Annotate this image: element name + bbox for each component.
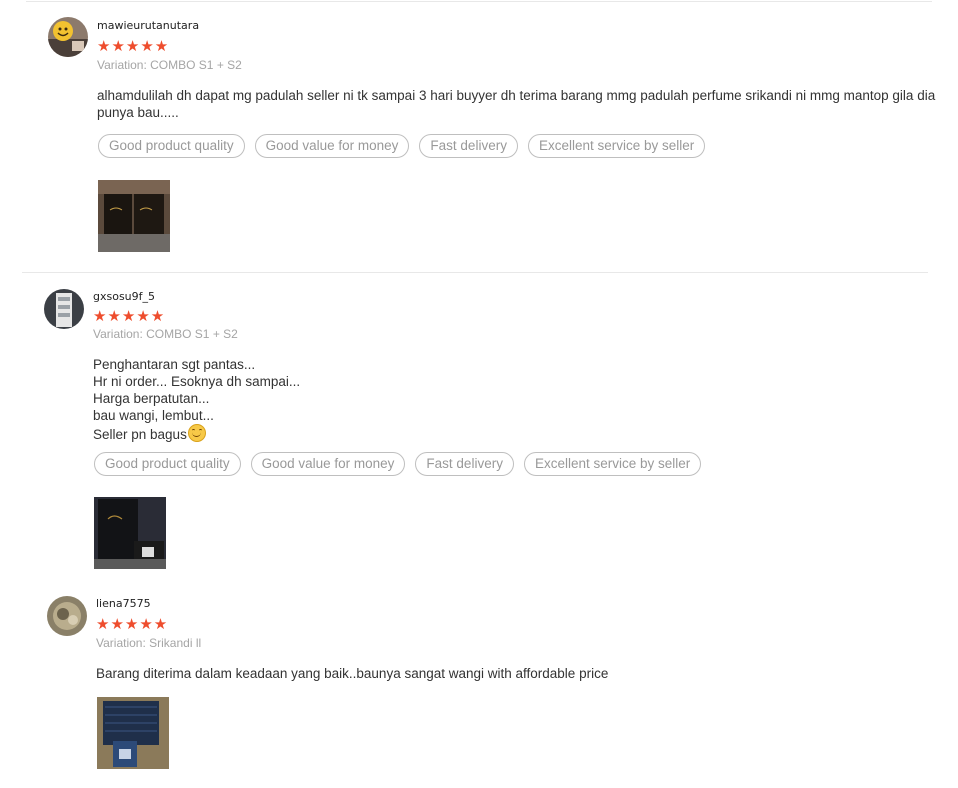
star-rating: ★★★★★: [93, 308, 166, 325]
username[interactable]: mawieurutanutara: [97, 19, 199, 32]
review-comment: Penghantaran sgt pantas... Hr ni order..…: [93, 356, 933, 443]
review-item: gxsosu9f_5 ★★★★★ Variation: COMBO S1 + S…: [0, 272, 958, 580]
review-item: liena7575 ★★★★★ Variation: Srikandi ll B…: [0, 580, 958, 788]
tag-excellent-service: Excellent service by seller: [527, 134, 706, 158]
review-comment: alhamdulilah dh dapat mg padulah seller …: [97, 88, 936, 120]
review-photo[interactable]: [97, 697, 169, 769]
review-photo[interactable]: [98, 180, 170, 252]
review-photo[interactable]: [94, 497, 166, 569]
tag-product-quality: Good product quality: [98, 134, 245, 158]
tag-fast-delivery: Fast delivery: [415, 452, 514, 476]
review-tags: Good product quality Good value for mone…: [98, 134, 706, 158]
divider: [26, 1, 932, 2]
review-tags: Good product quality Good value for mone…: [94, 452, 702, 476]
tag-value-for-money: Good value for money: [254, 134, 410, 158]
star-rating: ★★★★★: [96, 616, 169, 633]
variation-label: Variation: COMBO S1 + S2: [93, 327, 238, 341]
avatar[interactable]: [44, 289, 84, 329]
divider: [22, 272, 928, 273]
tag-excellent-service: Excellent service by seller: [523, 452, 702, 476]
smiling-face-icon: [187, 424, 206, 442]
tag-value-for-money: Good value for money: [250, 452, 406, 476]
avatar[interactable]: [47, 596, 87, 636]
username[interactable]: liena7575: [96, 597, 151, 610]
variation-label: Variation: Srikandi ll: [96, 636, 202, 650]
review-comment: Barang diterima dalam keadaan yang baik.…: [96, 666, 609, 681]
review-item: mawieurutanutara ★★★★★ Variation: COMBO …: [0, 0, 958, 272]
username[interactable]: gxsosu9f_5: [93, 290, 155, 303]
tag-fast-delivery: Fast delivery: [419, 134, 518, 158]
avatar[interactable]: [48, 17, 88, 57]
variation-label: Variation: COMBO S1 + S2: [97, 58, 242, 72]
star-rating: ★★★★★: [97, 38, 170, 55]
tag-product-quality: Good product quality: [94, 452, 241, 476]
